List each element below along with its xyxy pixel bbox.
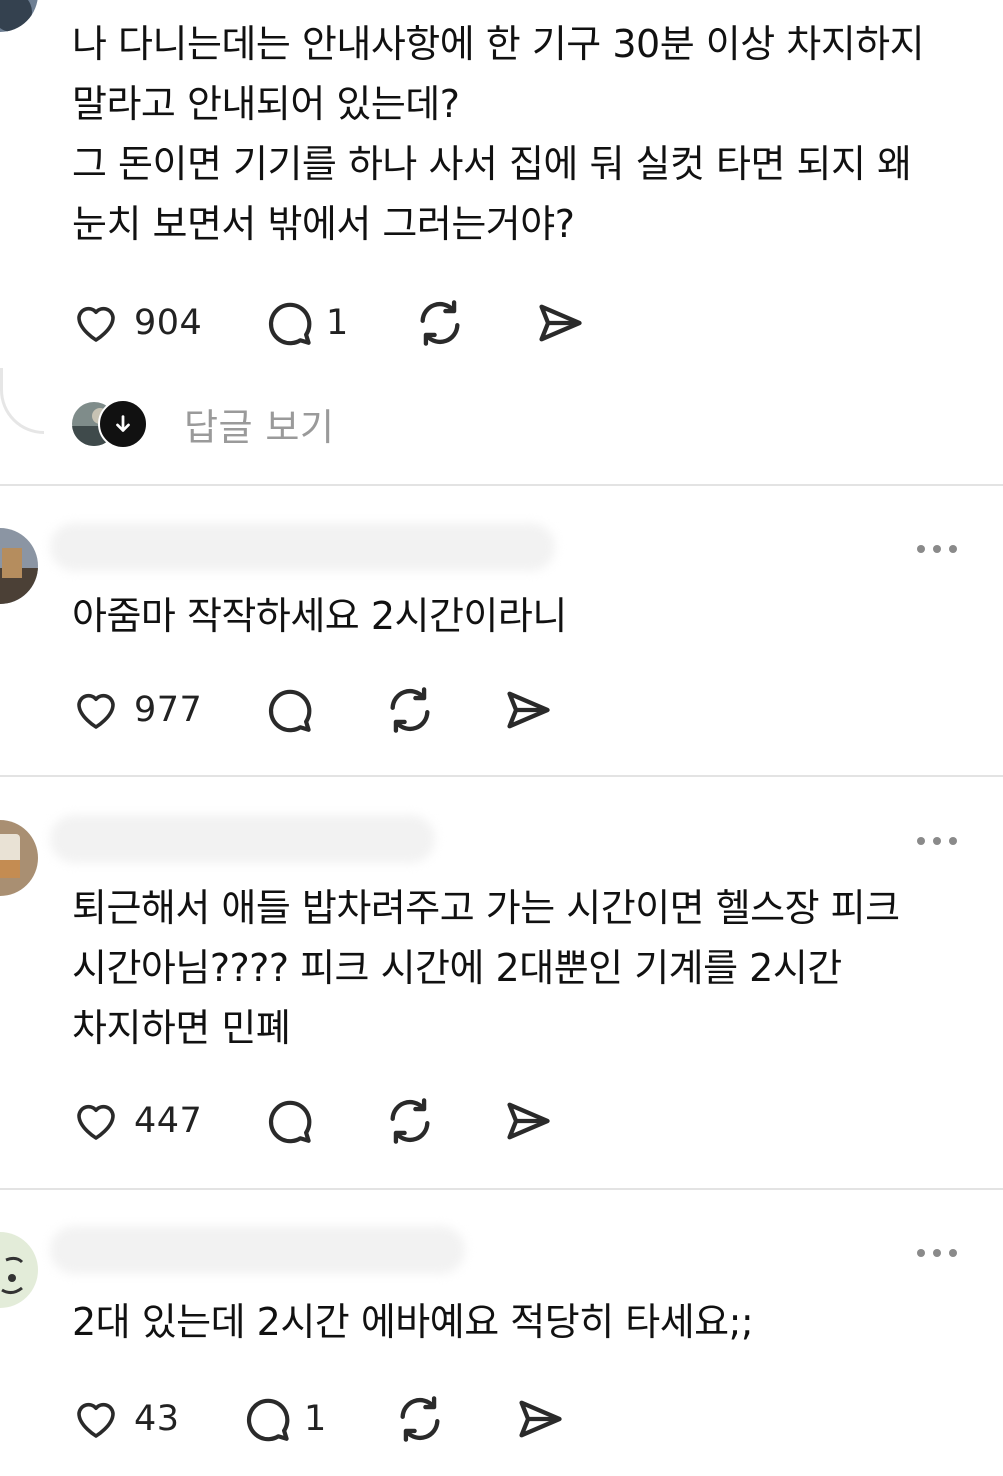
heart-icon [77, 1104, 115, 1140]
like-button[interactable]: 977 [70, 686, 264, 734]
repost-icon [390, 1098, 430, 1144]
like-count: 904 [134, 303, 203, 343]
avatar[interactable] [0, 820, 38, 896]
divider [0, 1188, 1003, 1190]
action-bar: 977 [70, 682, 554, 738]
avatar[interactable] [0, 528, 38, 604]
view-replies-button[interactable]: 답글 보기 [70, 398, 334, 450]
reply-button[interactable] [264, 1096, 384, 1146]
like-button[interactable]: 43 [70, 1395, 242, 1443]
more-dots-icon[interactable] [917, 543, 957, 555]
username[interactable] [50, 1226, 465, 1274]
share-button[interactable] [502, 684, 554, 736]
send-icon [507, 1102, 550, 1140]
repost-icon [390, 687, 430, 733]
speech-bubble-icon [268, 302, 312, 346]
comment-text: 나 다니는데는 안내사항에 한 기구 30분 이상 차지하지 말라고 안내되어 … [72, 22, 925, 246]
repost-icon [420, 300, 460, 346]
thread-line [0, 368, 44, 434]
heart-icon [77, 693, 115, 729]
avatar[interactable] [0, 1232, 38, 1308]
like-count: 43 [134, 1399, 180, 1439]
divider [0, 775, 1003, 777]
more-dots-icon[interactable] [917, 835, 957, 847]
action-bar: 43 1 [70, 1391, 566, 1447]
heart-icon [77, 306, 115, 342]
speech-bubble-icon [246, 1398, 290, 1442]
arrow-down-icon [98, 399, 148, 449]
send-icon [539, 304, 582, 342]
send-icon [519, 1400, 562, 1438]
comment-text: 퇴근해서 애들 밥차려주고 가는 시간이면 헬스장 피크 시간아님???? 피크… [72, 886, 900, 1050]
reply-button[interactable] [264, 685, 384, 735]
like-count: 977 [134, 690, 203, 730]
divider [0, 484, 1003, 486]
reply-count: 1 [304, 1399, 327, 1439]
like-count: 447 [134, 1101, 203, 1141]
repost-button[interactable] [414, 297, 534, 349]
reply-button[interactable]: 1 [242, 1394, 394, 1444]
like-button[interactable]: 904 [70, 299, 264, 347]
repost-button[interactable] [384, 684, 502, 736]
action-bar: 447 [70, 1093, 554, 1149]
heart-icon [77, 1402, 115, 1438]
share-button[interactable] [502, 1095, 554, 1147]
reply-button[interactable]: 1 [264, 298, 414, 348]
view-replies-label: 답글 보기 [184, 406, 335, 449]
share-button[interactable] [534, 297, 586, 349]
send-icon [507, 691, 550, 729]
like-button[interactable]: 447 [70, 1097, 264, 1145]
comment-text: 아줌마 작작하세요 2시간이라니 [72, 594, 567, 638]
username[interactable] [50, 815, 435, 863]
comment-thread: 나 다니는데는 안내사항에 한 기구 30분 이상 차지하지 말라고 안내되어 … [0, 0, 1003, 1476]
comment-text: 2대 있는데 2시간 에바예요 적당히 타세요;; [72, 1300, 754, 1344]
username[interactable] [50, 523, 555, 571]
repost-button[interactable] [384, 1095, 502, 1147]
repost-icon [400, 1396, 440, 1442]
action-bar: 904 1 [70, 295, 586, 351]
avatar[interactable] [0, 0, 38, 32]
speech-bubble-icon [268, 689, 312, 733]
share-button[interactable] [514, 1393, 566, 1445]
speech-bubble-icon [268, 1100, 312, 1144]
reply-count: 1 [326, 303, 349, 343]
more-dots-icon[interactable] [917, 1247, 957, 1259]
repost-button[interactable] [394, 1393, 514, 1445]
